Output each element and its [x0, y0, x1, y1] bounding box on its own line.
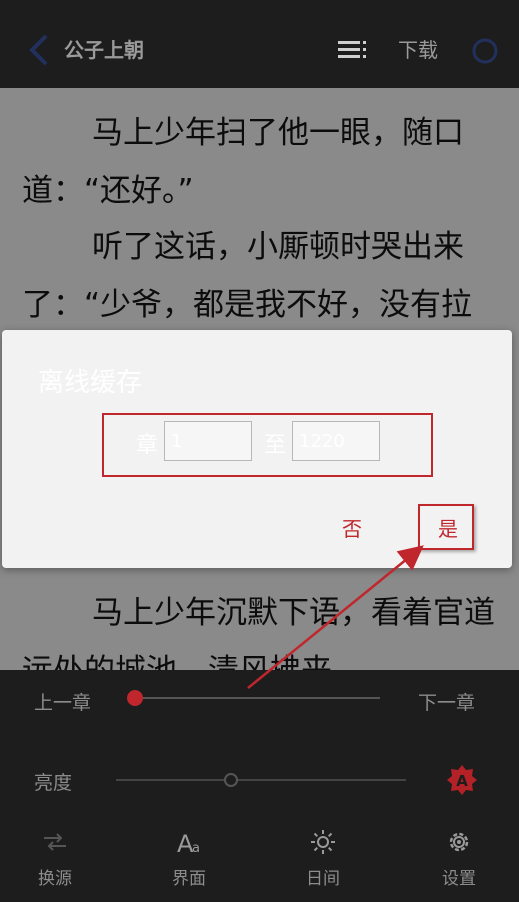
prev-chapter-button[interactable]: 上一章	[34, 688, 91, 715]
svg-text:a: a	[192, 841, 200, 856]
font-icon: A a	[177, 830, 200, 856]
offline-cache-dialog: 离线缓存 章 至 否 是	[2, 330, 512, 568]
swap-source-icon	[44, 833, 66, 851]
back-arrow-icon[interactable]	[24, 32, 54, 68]
nav-day-mode[interactable]: 日间	[288, 828, 358, 894]
dialog-title: 离线缓存	[38, 368, 143, 398]
nav-interface-label: 界面	[172, 869, 206, 889]
sun-icon	[311, 830, 335, 854]
nav-settings[interactable]: 设置	[424, 828, 494, 894]
chapter-list-icon[interactable]	[338, 40, 368, 60]
paragraph-1: 马上少年扫了他一眼，随口道：“还好。”	[22, 115, 464, 209]
chapter-progress-track[interactable]	[132, 697, 380, 699]
svg-text:A: A	[456, 772, 468, 790]
from-chapter-input[interactable]	[164, 421, 252, 461]
next-chapter-button[interactable]: 下一章	[418, 688, 475, 715]
no-button[interactable]: 否	[342, 513, 362, 542]
chapter-progress-thumb[interactable]	[127, 690, 143, 706]
brightness-label: 亮度	[34, 772, 73, 794]
to-label: 至	[264, 433, 287, 458]
nav-day-mode-label: 日间	[306, 869, 340, 889]
top-bar: 公子上朝 下载	[0, 0, 519, 88]
paragraph-3: 马上少年沉默下语，看着官道远处的城池，清风拂来	[22, 595, 495, 670]
gear-icon	[449, 832, 469, 852]
auto-brightness-icon[interactable]: A	[446, 764, 478, 796]
yes-button[interactable]: 是	[438, 513, 458, 542]
book-title: 公子上朝	[64, 38, 144, 62]
to-chapter-input[interactable]	[292, 421, 380, 461]
brightness-thumb[interactable]	[224, 773, 238, 787]
nav-settings-label: 设置	[442, 869, 476, 889]
chapter-label: 章	[136, 433, 159, 458]
nav-swap-source[interactable]: 换源	[20, 828, 90, 894]
bottom-panel: 上一章 下一章 亮度 A 换源 A a 界面 日间 设置	[0, 670, 519, 902]
nav-interface[interactable]: A a 界面	[154, 828, 224, 894]
nav-swap-source-label: 换源	[38, 869, 72, 889]
more-icon[interactable]	[470, 36, 500, 66]
brightness-track[interactable]	[116, 779, 406, 781]
download-button[interactable]: 下载	[398, 34, 438, 63]
